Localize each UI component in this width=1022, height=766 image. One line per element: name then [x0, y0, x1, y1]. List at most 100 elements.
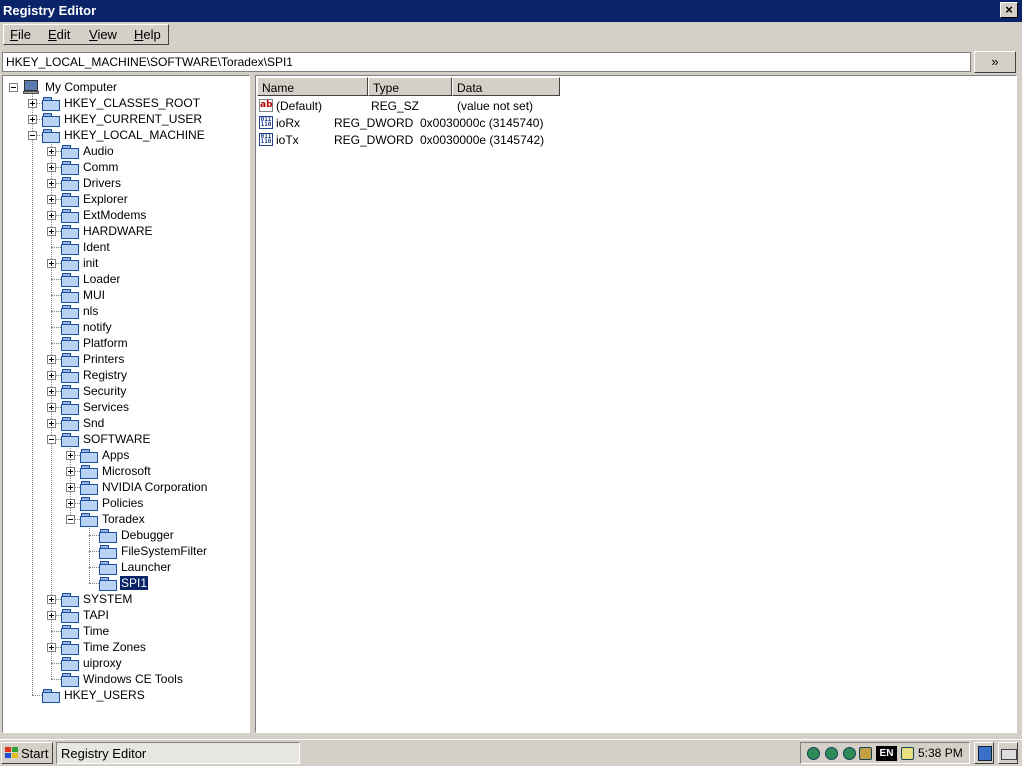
registry-tree[interactable]: My Computer HKEY_CLASSES_ROOT HKEY_CURRENT… — [2, 75, 250, 733]
network-icon[interactable] — [843, 747, 856, 760]
tree-item-software[interactable]: SOFTWARE — [3, 431, 249, 447]
tree-item-nvidia-corporation[interactable]: NVIDIA Corporation — [3, 479, 249, 495]
tree-item-platform[interactable]: Platform — [3, 335, 249, 351]
expand-plus-icon[interactable] — [47, 595, 56, 604]
keyboard-icon[interactable] — [998, 742, 1018, 764]
tree-item-init[interactable]: init — [3, 255, 249, 271]
tree-item-registry[interactable]: Registry — [3, 367, 249, 383]
collapse-minus-icon[interactable] — [28, 131, 37, 140]
network-icon[interactable] — [825, 747, 838, 760]
expand-plus-icon[interactable] — [47, 387, 56, 396]
tree-item-policies[interactable]: Policies — [3, 495, 249, 511]
expand-plus-icon[interactable] — [47, 163, 56, 172]
tree-item-label: Comm — [83, 160, 119, 174]
taskbar-item-registry-editor[interactable]: Registry Editor — [56, 742, 300, 764]
clock[interactable]: 5:38 PM — [918, 746, 963, 760]
expand-plus-icon[interactable] — [47, 147, 56, 156]
column-header-name[interactable]: Name — [257, 77, 368, 96]
network-icon[interactable] — [807, 747, 820, 760]
list-item[interactable]: 011 110 ioTx REG_DWORD 0x0030000e (3145742) — [258, 132, 998, 148]
tree-item-ident[interactable]: Ident — [3, 239, 249, 255]
tree-item-extmodems[interactable]: ExtModems — [3, 207, 249, 223]
folder-icon — [61, 225, 79, 239]
expand-plus-icon[interactable] — [66, 451, 75, 460]
tree-item-spi1[interactable]: SPI1 — [3, 575, 249, 591]
tree-item-mui[interactable]: MUI — [3, 287, 249, 303]
tree-item-hkey-current-user[interactable]: HKEY_CURRENT_USER — [3, 111, 249, 127]
folder-icon — [61, 321, 79, 335]
column-header-data[interactable]: Data — [452, 77, 560, 96]
expand-plus-icon[interactable] — [47, 195, 56, 204]
tree-item-explorer[interactable]: Explorer — [3, 191, 249, 207]
tree-item-launcher[interactable]: Launcher — [3, 559, 249, 575]
tree-item-notify[interactable]: notify — [3, 319, 249, 335]
tree-item-loader[interactable]: Loader — [3, 271, 249, 287]
expand-plus-icon[interactable] — [28, 99, 37, 108]
tree-item-services[interactable]: Services — [3, 399, 249, 415]
tree-item-hardware[interactable]: HARDWARE — [3, 223, 249, 239]
close-button[interactable]: × — [1000, 2, 1018, 18]
tree-item-filesystemfilter[interactable]: FileSystemFilter — [3, 543, 249, 559]
tree-item-apps[interactable]: Apps — [3, 447, 249, 463]
expand-plus-icon[interactable] — [47, 211, 56, 220]
menu-help[interactable]: Help — [134, 27, 161, 42]
expand-plus-icon[interactable] — [47, 179, 56, 188]
tree-item-hkey-local-machine[interactable]: HKEY_LOCAL_MACHINE — [3, 127, 249, 143]
tree-item-audio[interactable]: Audio — [3, 143, 249, 159]
go-button[interactable]: » — [974, 51, 1016, 73]
tree-item-label: HKEY_LOCAL_MACHINE — [64, 128, 205, 142]
tree-item-security[interactable]: Security — [3, 383, 249, 399]
desktop-icon[interactable] — [974, 742, 994, 764]
collapse-minus-icon[interactable] — [47, 435, 56, 444]
folder-icon — [61, 369, 79, 383]
list-item[interactable]: 011 110 ioRx REG_DWORD 0x0030000c (3145740) — [258, 115, 998, 131]
expand-plus-icon[interactable] — [66, 467, 75, 476]
expand-plus-icon[interactable] — [47, 259, 56, 268]
tree-item-time[interactable]: Time — [3, 623, 249, 639]
tree-item-debugger[interactable]: Debugger — [3, 527, 249, 543]
tree-item-drivers[interactable]: Drivers — [3, 175, 249, 191]
folder-icon — [99, 529, 117, 543]
tree-item-toradex[interactable]: Toradex — [3, 511, 249, 527]
expand-plus-icon[interactable] — [47, 419, 56, 428]
input-language-indicator[interactable]: EN — [876, 746, 897, 761]
values-list[interactable]: Name Type Data ab (Default) REG_SZ (value n… — [255, 75, 1017, 733]
expand-plus-icon[interactable] — [47, 355, 56, 364]
expand-plus-icon[interactable] — [66, 483, 75, 492]
collapse-minus-icon[interactable] — [9, 83, 18, 92]
tree-item-hkey-users[interactable]: HKEY_USERS — [3, 687, 249, 703]
expand-plus-icon[interactable] — [47, 611, 56, 620]
start-button[interactable]: Start — [1, 742, 53, 764]
expand-plus-icon[interactable] — [47, 371, 56, 380]
menu-view[interactable]: View — [89, 27, 117, 42]
expand-plus-icon[interactable] — [28, 115, 37, 124]
expand-plus-icon[interactable] — [66, 499, 75, 508]
column-header-type[interactable]: Type — [368, 77, 452, 96]
menu-file[interactable]: File — [10, 27, 31, 42]
tree-item-uiproxy[interactable]: uiproxy — [3, 655, 249, 671]
tree-item-hkey-classes-root[interactable]: HKEY_CLASSES_ROOT — [3, 95, 249, 111]
tree-item-tapi[interactable]: TAPI — [3, 607, 249, 623]
power-icon[interactable] — [901, 747, 914, 760]
tree-item-system[interactable]: SYSTEM — [3, 591, 249, 607]
expand-plus-icon[interactable] — [47, 227, 56, 236]
address-field[interactable]: HKEY_LOCAL_MACHINE\SOFTWARE\Toradex\SPI1 — [2, 52, 971, 72]
tree-item-label: Windows CE Tools — [83, 672, 183, 686]
tree-item-time-zones[interactable]: Time Zones — [3, 639, 249, 655]
tree-item-printers[interactable]: Printers — [3, 351, 249, 367]
folder-icon — [99, 545, 117, 559]
tree-item-microsoft[interactable]: Microsoft — [3, 463, 249, 479]
tree-item-nls[interactable]: nls — [3, 303, 249, 319]
list-item[interactable]: ab (Default) REG_SZ (value not set) — [258, 98, 998, 114]
folder-icon — [61, 209, 79, 223]
menu-edit[interactable]: Edit — [48, 27, 70, 42]
tree-item-windows-ce-tools[interactable]: Windows CE Tools — [3, 671, 249, 687]
expand-plus-icon[interactable] — [47, 403, 56, 412]
tree-item-snd[interactable]: Snd — [3, 415, 249, 431]
tree-item-comm[interactable]: Comm — [3, 159, 249, 175]
connection-icon[interactable] — [859, 747, 872, 760]
tree-item-my-computer[interactable]: My Computer — [3, 79, 249, 95]
expand-plus-icon[interactable] — [47, 643, 56, 652]
collapse-minus-icon[interactable] — [66, 515, 75, 524]
value-data: 0x0030000c (3145740) — [420, 116, 544, 130]
